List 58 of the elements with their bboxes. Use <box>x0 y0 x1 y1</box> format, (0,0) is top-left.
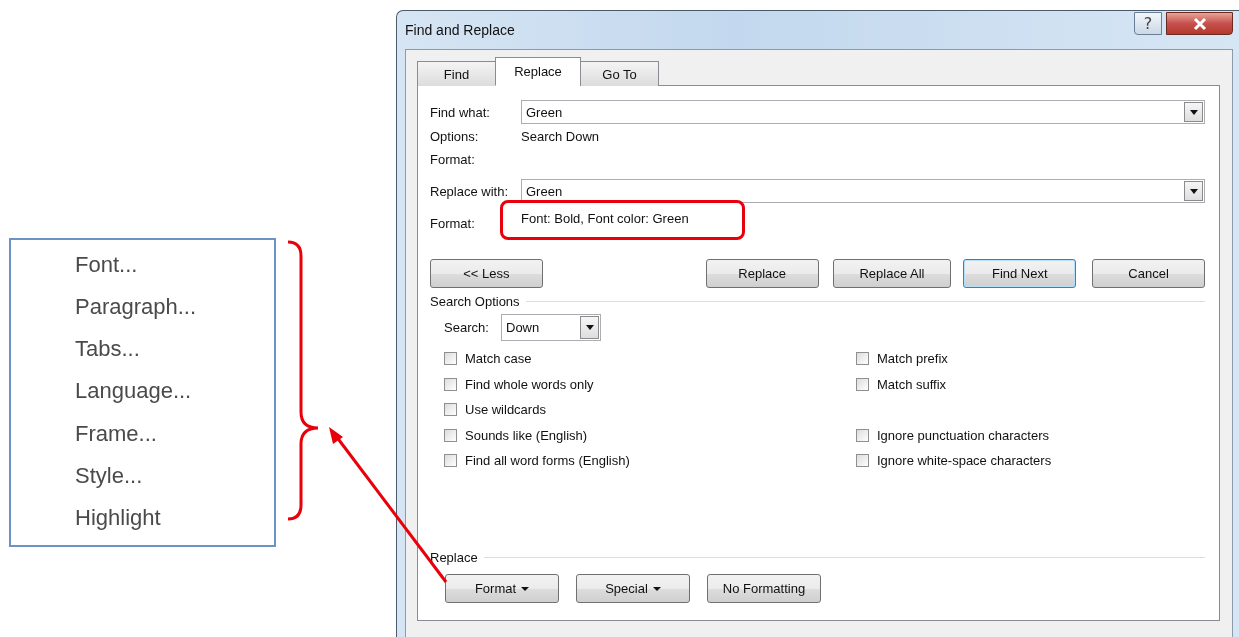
checkbox[interactable] <box>856 454 869 468</box>
checkbox-label: Ignore white-space characters <box>877 453 1052 469</box>
caret-icon <box>521 586 530 591</box>
menu-item[interactable]: Style... <box>75 460 274 503</box>
checkbox[interactable] <box>856 377 869 391</box>
checkbox[interactable] <box>444 454 457 468</box>
dialog-button[interactable]: Special <box>576 574 690 603</box>
menu-item[interactable]: Highlight <box>75 502 274 545</box>
checkbox-label: Match case <box>465 351 532 367</box>
help-button[interactable]: ? <box>1134 12 1162 35</box>
checkbox[interactable] <box>444 352 457 366</box>
group-title: Replace <box>430 550 478 565</box>
caret-icon <box>580 316 599 339</box>
checkbox-label: Match prefix <box>877 351 948 367</box>
dialog-button[interactable]: Replace <box>705 259 819 288</box>
checkbox[interactable] <box>856 428 869 442</box>
menu-item[interactable]: Font... <box>75 250 274 293</box>
checkbox-label: Match suffix <box>877 376 947 392</box>
dialog-button[interactable]: Replace All <box>832 259 952 288</box>
tab[interactable]: Replace <box>495 57 581 86</box>
dialog-button[interactable]: Format <box>445 574 559 603</box>
group-title: Search Options <box>430 294 520 309</box>
checkbox[interactable] <box>444 403 457 417</box>
close-button[interactable] <box>1166 12 1233 35</box>
field-label: Search: <box>444 320 490 335</box>
caret-icon <box>1184 102 1203 122</box>
caret-icon <box>652 586 661 591</box>
tab[interactable]: Go To <box>580 61 659 86</box>
field-label: Format: <box>430 215 476 231</box>
dialog-button[interactable]: << Less <box>430 259 543 288</box>
field-label: Format: <box>430 152 476 167</box>
checkbox[interactable] <box>444 377 457 391</box>
input-field[interactable]: Green <box>521 179 1205 203</box>
close-icon <box>1191 16 1208 31</box>
menu-item[interactable]: Tabs... <box>75 334 274 377</box>
dialog-button[interactable]: Find Next <box>963 259 1077 288</box>
input-field[interactable]: Green <box>521 100 1205 124</box>
menu-item[interactable]: Paragraph... <box>75 292 274 335</box>
checkbox[interactable] <box>444 428 457 442</box>
field-label: Options: <box>430 129 480 144</box>
dialog-button[interactable]: Cancel <box>1092 259 1205 288</box>
menu-item[interactable]: Frame... <box>75 418 274 461</box>
checkbox[interactable] <box>856 352 869 366</box>
checkbox-label: Sounds like (English) <box>465 427 588 443</box>
checkbox-label: Ignore punctuation characters <box>877 427 1049 443</box>
field-label: Replace with: <box>430 183 510 199</box>
dialog-button[interactable]: No Formatting <box>707 574 821 603</box>
window-title: Find and Replace <box>405 22 515 38</box>
caret-icon <box>1184 181 1203 201</box>
format-text: Font: Bold, Font color: Green <box>521 211 689 226</box>
field-label: Find what: <box>430 104 491 120</box>
dropdown[interactable]: Down <box>501 314 601 341</box>
checkbox-label: Use wildcards <box>465 402 546 418</box>
checkbox-label: Find whole words only <box>465 376 594 392</box>
options-text: Search Down <box>521 129 600 144</box>
menu-item[interactable]: Language... <box>75 376 274 419</box>
tab[interactable]: Find <box>417 61 496 86</box>
checkbox-label: Find all word forms (English) <box>465 453 630 469</box>
